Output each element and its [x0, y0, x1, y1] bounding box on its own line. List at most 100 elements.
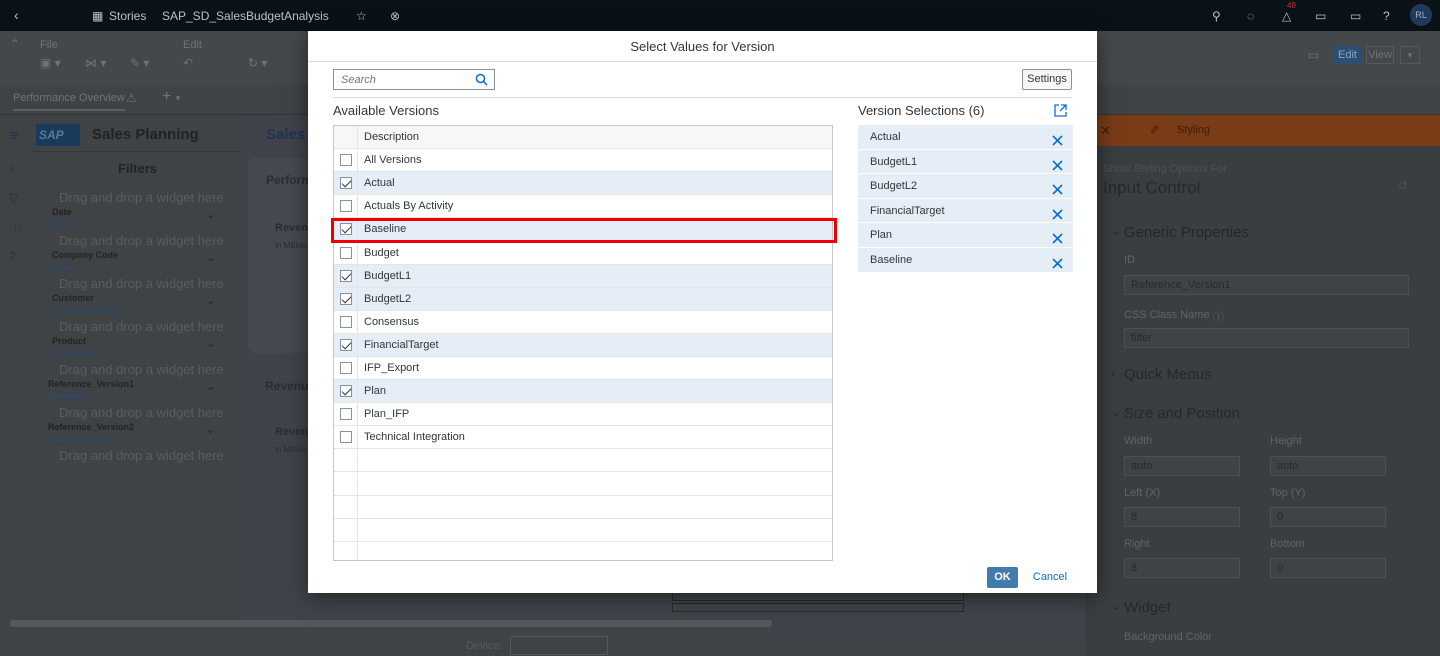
left-sidebar: ≡ ‹ ▽ ⓘ ?	[0, 115, 30, 656]
quick-menus-header[interactable]: Quick Menus	[1124, 366, 1212, 383]
info-icon[interactable]: ⓘ	[1213, 309, 1224, 325]
search-icon[interactable]: ⚲	[1212, 9, 1221, 23]
chevron-down-icon[interactable]: ⌄	[1111, 224, 1121, 238]
feedback-icon[interactable]: ▭	[1350, 9, 1361, 23]
device-select[interactable]	[510, 636, 608, 655]
left-field[interactable]: 8	[1124, 507, 1240, 527]
search-box[interactable]	[333, 69, 495, 90]
size-position-header[interactable]: Size and Position	[1124, 405, 1240, 422]
row-checkbox[interactable]	[340, 177, 352, 190]
search-input[interactable]	[334, 70, 472, 89]
selection-label: Baseline	[870, 253, 913, 266]
filter-icon[interactable]: ▽	[9, 191, 18, 205]
css-class-field[interactable]: filter	[1124, 328, 1409, 348]
expand-icon[interactable]	[1054, 104, 1067, 120]
tab-styling[interactable]: Styling	[1177, 124, 1210, 136]
bottom-field[interactable]: 0	[1270, 558, 1386, 578]
filter-value[interactable]: BudgetL1	[48, 391, 90, 401]
filter-value[interactable]: 2024	[52, 219, 72, 229]
row-checkbox[interactable]	[340, 154, 352, 167]
remove-icon[interactable]	[1052, 254, 1063, 278]
tab-performance-overview[interactable]: Performance Overview	[13, 92, 125, 111]
width-field[interactable]: auto	[1124, 456, 1240, 476]
row-checkbox[interactable]	[340, 338, 352, 351]
id-field[interactable]: Reference_Version1	[1124, 275, 1409, 295]
help-icon[interactable]: ?	[1383, 9, 1390, 23]
table-row[interactable]: BudgetL1	[334, 264, 832, 288]
table-row[interactable]: FinancialTarget	[334, 333, 832, 357]
reset-icon[interactable]: ↺	[1398, 179, 1408, 193]
device-preview-icon[interactable]: ▭	[1308, 48, 1319, 62]
row-checkbox[interactable]	[340, 200, 352, 213]
chevron-down-icon[interactable]: ⌄	[206, 337, 215, 350]
view-mode-button[interactable]: View	[1366, 46, 1394, 64]
tools-icon[interactable]: ✎ ▾	[130, 56, 149, 70]
share-icon[interactable]: ⋈ ▾	[85, 56, 106, 70]
row-checkbox[interactable]	[340, 408, 352, 421]
chevron-left-icon[interactable]: ‹	[10, 161, 14, 175]
table-row[interactable]: Plan	[334, 380, 832, 404]
table-row[interactable]: BudgetL2	[334, 287, 832, 311]
cancel-button[interactable]: Cancel	[1030, 567, 1070, 588]
edit-mode-button[interactable]: Edit	[1334, 46, 1361, 64]
document-title[interactable]: SAP_SD_SalesBudgetAnalysis	[162, 9, 329, 23]
favorite-icon[interactable]: ☆	[356, 9, 367, 23]
refresh-icon[interactable]: ↻ ▾	[248, 56, 267, 70]
table-row[interactable]: Actual	[334, 172, 832, 196]
table-row[interactable]: All Versions	[334, 149, 832, 173]
chevron-right-icon[interactable]: ›	[1111, 366, 1115, 380]
collapse-icon[interactable]: ⌃	[10, 37, 20, 51]
chevron-down-icon[interactable]: ⌄	[206, 208, 215, 221]
chevron-down-icon[interactable]: ⌄	[1111, 599, 1121, 613]
close-circle-icon[interactable]: ⊗	[390, 9, 400, 23]
right-field[interactable]: 8	[1124, 558, 1240, 578]
settings-button[interactable]: Settings	[1022, 69, 1072, 90]
save-icon[interactable]: ▣ ▾	[40, 56, 61, 70]
widget-header[interactable]: Widget	[1124, 599, 1171, 616]
bell-icon[interactable]: △	[1282, 9, 1291, 23]
filters-title: Filters	[118, 161, 158, 176]
lightbulb-icon[interactable]: ◌	[1247, 9, 1254, 23]
info-icon[interactable]: ⓘ	[9, 220, 21, 237]
horizontal-scrollbar[interactable]	[10, 620, 772, 627]
row-checkbox[interactable]	[340, 269, 352, 282]
table-row[interactable]: Actuals By Activity	[334, 195, 832, 219]
chevron-down-icon[interactable]: ⌄	[206, 423, 215, 436]
table-row[interactable]: Technical Integration	[334, 426, 832, 450]
table-row[interactable]: Plan_IFP	[334, 403, 832, 427]
available-versions-title: Available Versions	[333, 103, 439, 118]
undo-icon[interactable]: ↶	[183, 56, 193, 70]
generic-properties-header[interactable]: Generic Properties	[1124, 224, 1249, 241]
drop-hint: Drag and drop a widget here	[59, 276, 224, 291]
filter-value[interactable]: Total	[52, 262, 73, 272]
chevron-down-icon[interactable]: ⌄	[1111, 405, 1121, 419]
stories-link[interactable]: Stories	[109, 9, 146, 23]
row-checkbox[interactable]	[340, 362, 352, 374]
row-checkbox[interactable]	[340, 385, 352, 398]
filter-value[interactable]: FinancialTarget	[48, 434, 114, 444]
row-checkbox[interactable]	[340, 431, 352, 444]
chevron-down-icon[interactable]: ⌄	[206, 251, 215, 264]
row-checkbox[interactable]	[340, 246, 352, 259]
top-field[interactable]: 0	[1270, 507, 1386, 527]
chevron-down-icon[interactable]: ▾	[1400, 46, 1420, 64]
table-row[interactable]: Budget	[334, 241, 832, 265]
close-icon[interactable]: ✕	[1100, 123, 1111, 139]
table-row[interactable]: Consensus	[334, 310, 832, 334]
height-field[interactable]: auto	[1270, 456, 1386, 476]
avatar[interactable]: RL	[1410, 4, 1432, 26]
add-page-icon[interactable]: + ▾	[162, 88, 180, 106]
menu-icon[interactable]: ≡	[10, 127, 18, 143]
back-icon[interactable]: ‹	[14, 7, 19, 23]
filter-value[interactable]: Total Bikes	[52, 348, 99, 358]
row-checkbox[interactable]	[340, 315, 352, 328]
filter-value[interactable]: Total Customers	[52, 305, 122, 315]
table-row[interactable]: IFP_Export	[334, 357, 832, 380]
chat-icon[interactable]: ▭	[1315, 9, 1326, 23]
ok-button[interactable]: OK	[987, 567, 1018, 588]
row-checkbox[interactable]	[340, 292, 352, 305]
search-icon[interactable]	[475, 73, 488, 89]
chevron-down-icon[interactable]: ⌄	[206, 380, 215, 393]
chevron-down-icon[interactable]: ⌄	[206, 294, 215, 307]
help-icon[interactable]: ?	[9, 249, 16, 263]
